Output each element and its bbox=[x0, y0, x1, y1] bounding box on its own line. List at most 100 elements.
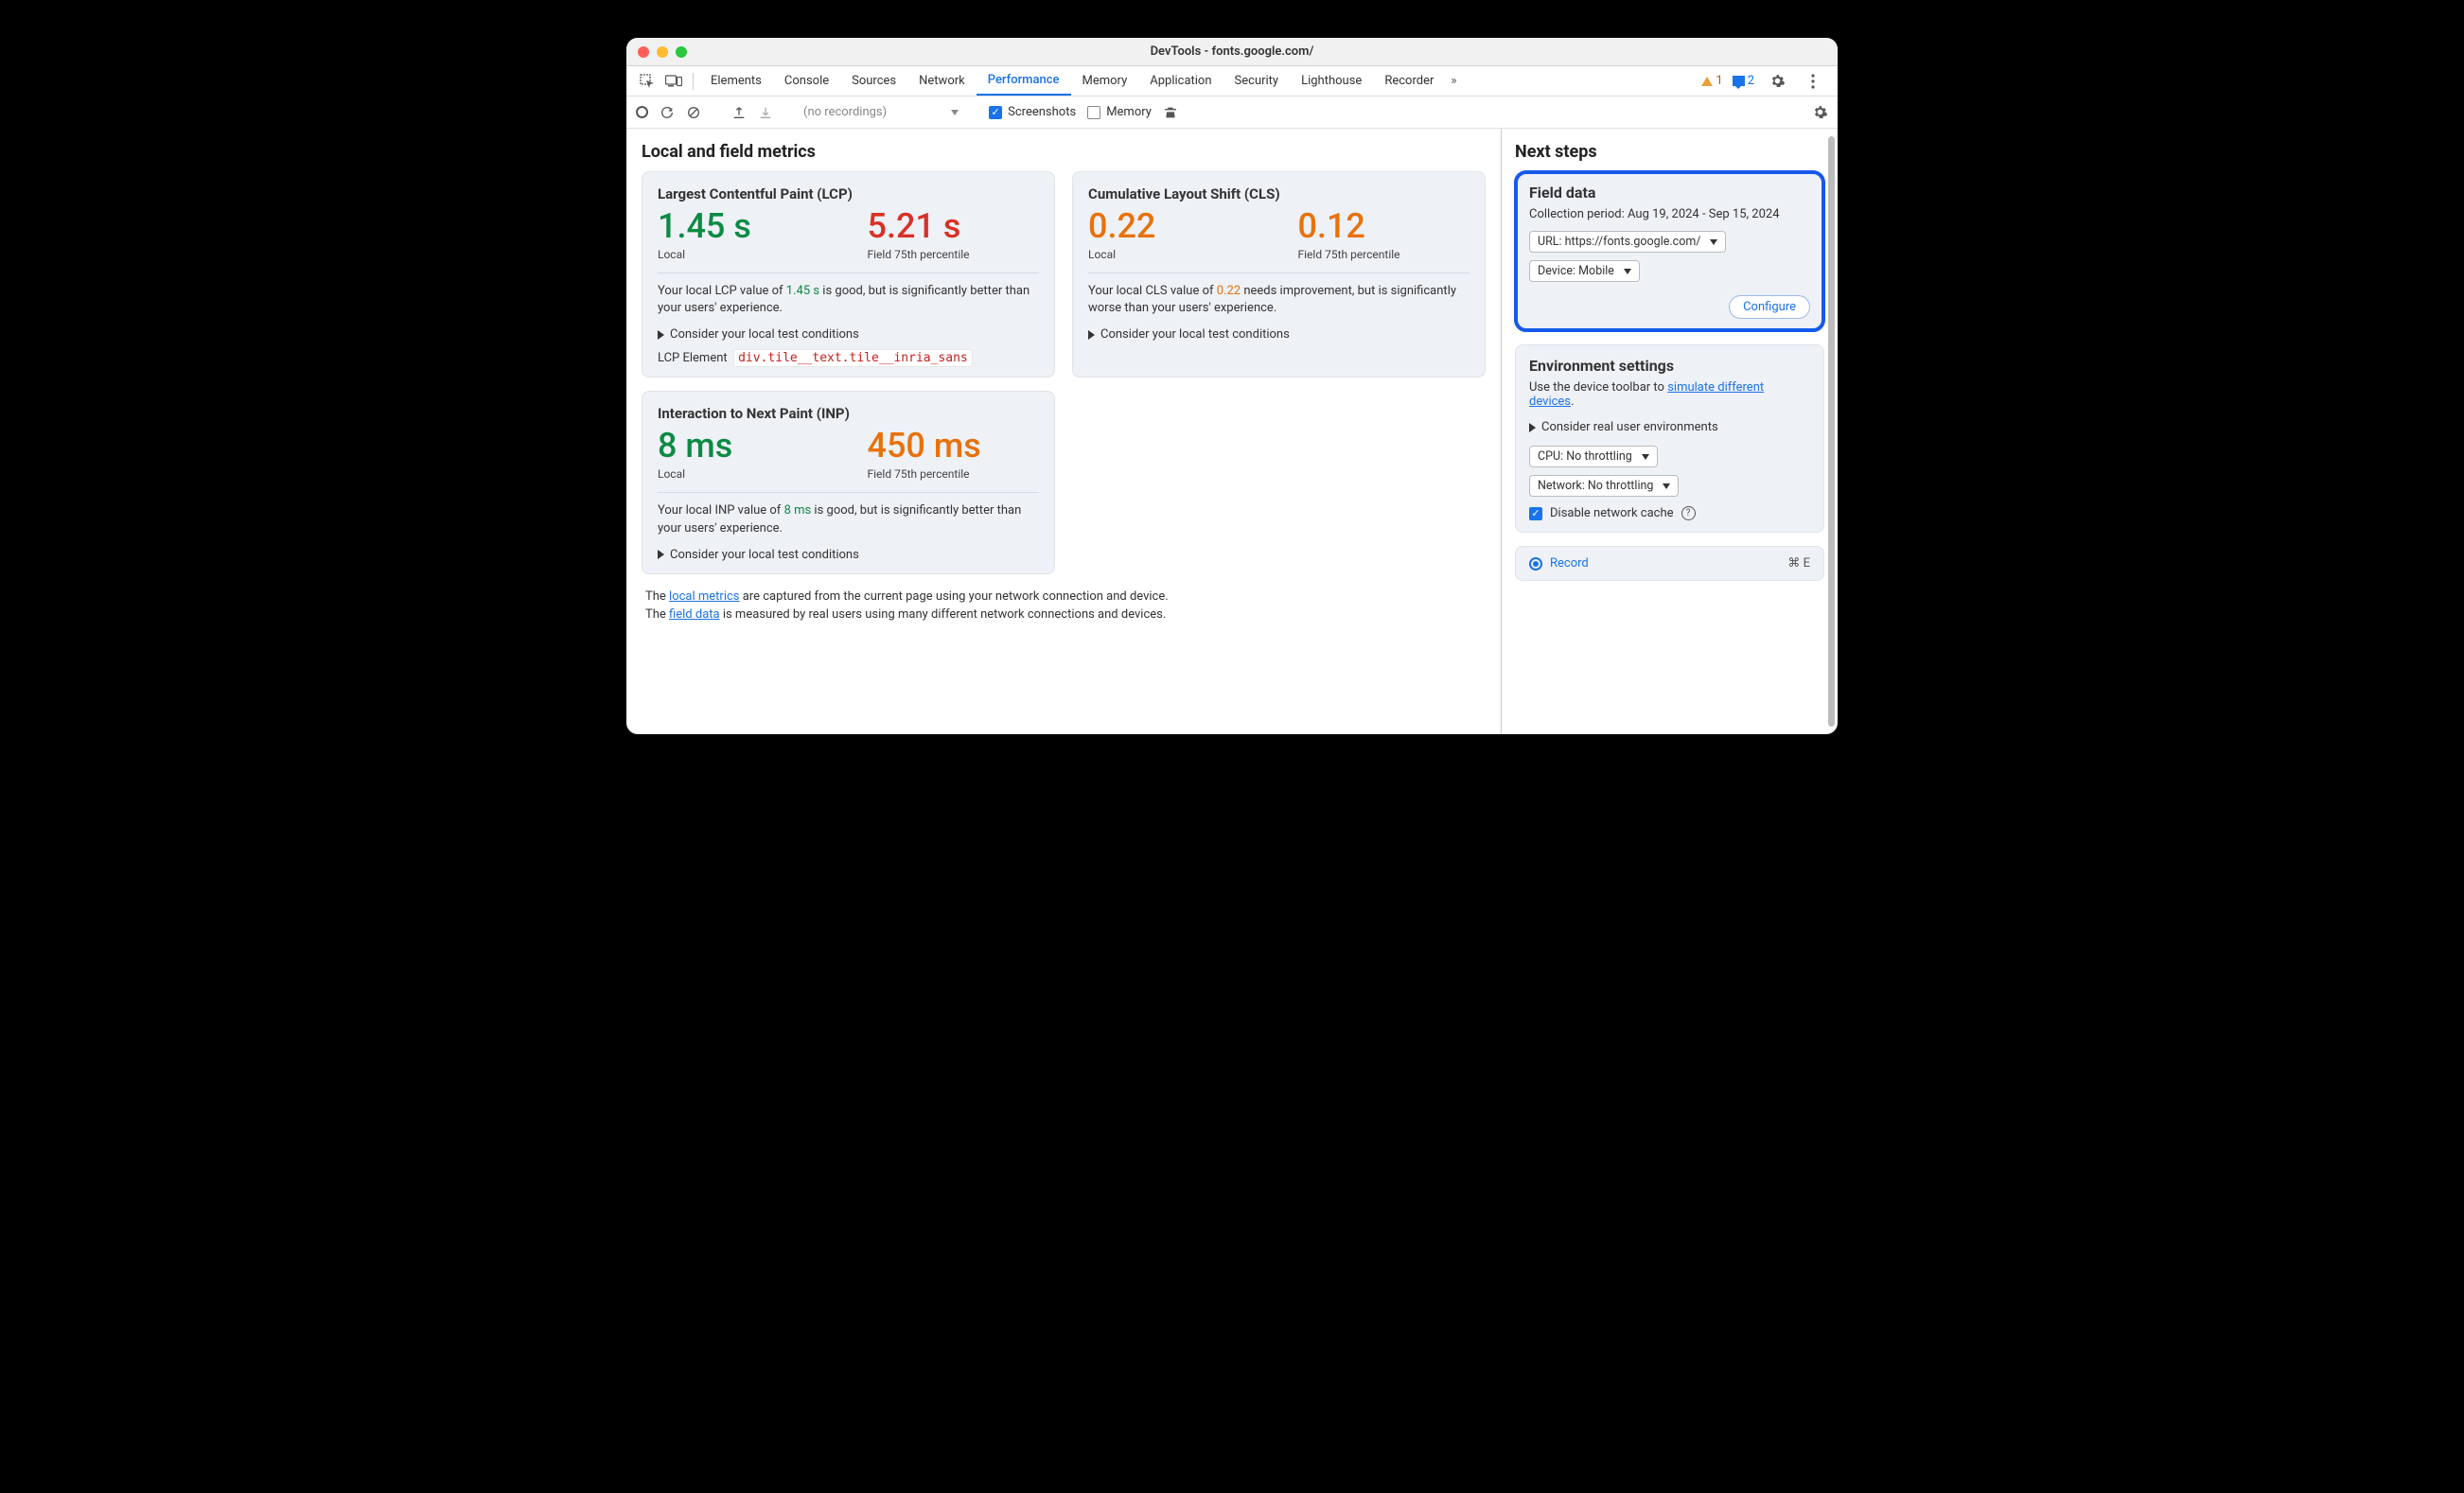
panel-tabbar: Elements Console Sources Network Perform… bbox=[626, 66, 1838, 97]
reload-record-button[interactable] bbox=[660, 105, 675, 120]
kebab-menu-icon[interactable] bbox=[1800, 74, 1826, 89]
inp-expander[interactable]: Consider your local test conditions bbox=[658, 548, 1039, 562]
lcp-title: Largest Contentful Paint (LCP) bbox=[658, 185, 1039, 202]
recordings-select-value: (no recordings) bbox=[803, 105, 887, 119]
cpu-throttling-select[interactable]: CPU: No throttling bbox=[1529, 446, 1658, 467]
lcp-element-row: LCP Element div.tile__text.tile__inria_s… bbox=[658, 351, 1039, 365]
lcp-field-label: Field 75th percentile bbox=[868, 248, 1040, 261]
disclosure-triangle-icon bbox=[658, 550, 664, 559]
disclosure-triangle-icon bbox=[1529, 423, 1536, 432]
tab-console[interactable]: Console bbox=[773, 66, 840, 96]
main-heading: Local and field metrics bbox=[642, 142, 1486, 162]
tab-lighthouse[interactable]: Lighthouse bbox=[1290, 66, 1373, 96]
network-throttling-select[interactable]: Network: No throttling bbox=[1529, 475, 1679, 497]
main-panel: Local and field metrics Largest Contentf… bbox=[626, 129, 1502, 734]
local-metrics-link[interactable]: local metrics bbox=[669, 589, 739, 604]
separator bbox=[693, 73, 694, 90]
cls-field-label: Field 75th percentile bbox=[1298, 248, 1470, 261]
cls-expander[interactable]: Consider your local test conditions bbox=[1088, 327, 1470, 342]
inp-local-label: Local bbox=[658, 467, 830, 481]
scrollbar[interactable] bbox=[1828, 136, 1835, 727]
disclosure-triangle-icon bbox=[1088, 330, 1095, 340]
recordings-select[interactable]: (no recordings) bbox=[803, 105, 959, 119]
window-title: DevTools - fonts.google.com/ bbox=[626, 44, 1838, 59]
lcp-card: Largest Contentful Paint (LCP) 1.45 s Lo… bbox=[642, 171, 1055, 378]
tab-recorder[interactable]: Recorder bbox=[1373, 66, 1445, 96]
inspect-element-icon[interactable] bbox=[634, 74, 660, 89]
screenshots-toggle[interactable]: ✓ Screenshots bbox=[989, 105, 1076, 119]
lcp-element-selector[interactable]: div.tile__text.tile__inria_sans bbox=[733, 349, 973, 367]
garbage-collect-icon[interactable] bbox=[1163, 105, 1178, 120]
collection-period: Collection period: Aug 19, 2024 - Sep 15… bbox=[1529, 207, 1810, 221]
field-data-link[interactable]: field data bbox=[669, 607, 720, 622]
record-button[interactable] bbox=[636, 106, 648, 118]
disable-cache-row[interactable]: ✓ Disable network cache ? bbox=[1529, 506, 1810, 520]
inp-field-label: Field 75th percentile bbox=[868, 467, 1040, 481]
device-toolbar-icon[interactable] bbox=[660, 75, 687, 88]
url-select[interactable]: URL: https://fonts.google.com/ bbox=[1529, 231, 1726, 253]
capture-settings-gear-icon[interactable] bbox=[1812, 104, 1828, 120]
divider bbox=[658, 272, 1039, 273]
load-profile-button[interactable] bbox=[731, 105, 747, 120]
record-shortcut: ⌘ E bbox=[1787, 556, 1810, 571]
record-label: Record bbox=[1550, 556, 1589, 571]
settings-gear-icon[interactable] bbox=[1764, 73, 1790, 89]
chevron-down-icon bbox=[1624, 269, 1631, 274]
checkbox-checked-icon: ✓ bbox=[1529, 507, 1542, 520]
field-data-card: Field data Collection period: Aug 19, 20… bbox=[1515, 171, 1824, 331]
cls-description: Your local CLS value of 0.22 needs impro… bbox=[1088, 283, 1470, 319]
metric-cards-row-2: Interaction to Next Paint (INP) 8 ms Loc… bbox=[642, 391, 1486, 573]
titlebar: DevTools - fonts.google.com/ bbox=[626, 38, 1838, 66]
memory-label: Memory bbox=[1106, 105, 1152, 119]
help-icon[interactable]: ? bbox=[1681, 506, 1696, 520]
tab-network[interactable]: Network bbox=[907, 66, 977, 96]
cls-local-value: 0.22 bbox=[1088, 208, 1260, 246]
tab-security[interactable]: Security bbox=[1223, 66, 1291, 96]
messages-count: 2 bbox=[1748, 74, 1754, 88]
metric-cards-row-1: Largest Contentful Paint (LCP) 1.45 s Lo… bbox=[642, 171, 1486, 378]
configure-button[interactable]: Configure bbox=[1729, 295, 1810, 319]
disable-cache-label: Disable network cache bbox=[1550, 506, 1674, 520]
lcp-field-value: 5.21 s bbox=[868, 208, 1040, 246]
record-icon bbox=[1529, 557, 1542, 571]
cls-field-value: 0.12 bbox=[1298, 208, 1470, 246]
warnings-count: 1 bbox=[1716, 74, 1722, 88]
chevron-down-icon bbox=[1642, 454, 1649, 460]
environment-lead: Use the device toolbar to simulate diffe… bbox=[1529, 380, 1810, 409]
messages-badge[interactable]: 2 bbox=[1733, 74, 1754, 88]
lcp-local-label: Local bbox=[658, 248, 830, 261]
save-profile-button[interactable] bbox=[758, 105, 773, 120]
field-data-title: Field data bbox=[1529, 184, 1810, 202]
lcp-expander[interactable]: Consider your local test conditions bbox=[658, 327, 1039, 342]
more-tabs-icon[interactable]: » bbox=[1451, 74, 1456, 88]
tab-elements[interactable]: Elements bbox=[699, 66, 773, 96]
memory-toggle[interactable]: Memory bbox=[1087, 105, 1152, 119]
disclosure-triangle-icon bbox=[658, 330, 664, 340]
record-card[interactable]: Record ⌘ E bbox=[1515, 546, 1824, 581]
inp-field-value: 450 ms bbox=[868, 428, 1040, 465]
chevron-down-icon bbox=[1663, 483, 1670, 489]
tab-performance[interactable]: Performance bbox=[977, 66, 1071, 96]
environment-title: Environment settings bbox=[1529, 357, 1810, 375]
message-icon bbox=[1733, 76, 1745, 86]
environment-expander[interactable]: Consider real user environments bbox=[1529, 420, 1810, 434]
warning-icon bbox=[1701, 77, 1713, 86]
lcp-element-label: LCP Element bbox=[658, 351, 728, 365]
devtools-window: DevTools - fonts.google.com/ Elements Co… bbox=[626, 38, 1838, 734]
inp-card: Interaction to Next Paint (INP) 8 ms Loc… bbox=[642, 391, 1055, 573]
performance-toolbar: (no recordings) ✓ Screenshots Memory bbox=[626, 97, 1838, 129]
checkbox-icon bbox=[1087, 106, 1100, 119]
cls-card: Cumulative Layout Shift (CLS) 0.22 Local… bbox=[1072, 171, 1486, 378]
chevron-down-icon bbox=[1710, 239, 1717, 245]
clear-button[interactable] bbox=[686, 105, 701, 120]
divider bbox=[1088, 272, 1470, 273]
lcp-description: Your local LCP value of 1.45 s is good, … bbox=[658, 283, 1039, 319]
footnote: The local metrics are captured from the … bbox=[642, 588, 1486, 624]
warnings-badge[interactable]: 1 bbox=[1701, 74, 1722, 88]
tab-application[interactable]: Application bbox=[1138, 66, 1223, 96]
lcp-local-value: 1.45 s bbox=[658, 208, 830, 246]
tab-sources[interactable]: Sources bbox=[840, 66, 907, 96]
content-split: Local and field metrics Largest Contentf… bbox=[626, 129, 1838, 734]
device-select[interactable]: Device: Mobile bbox=[1529, 260, 1640, 282]
tab-memory[interactable]: Memory bbox=[1071, 66, 1139, 96]
